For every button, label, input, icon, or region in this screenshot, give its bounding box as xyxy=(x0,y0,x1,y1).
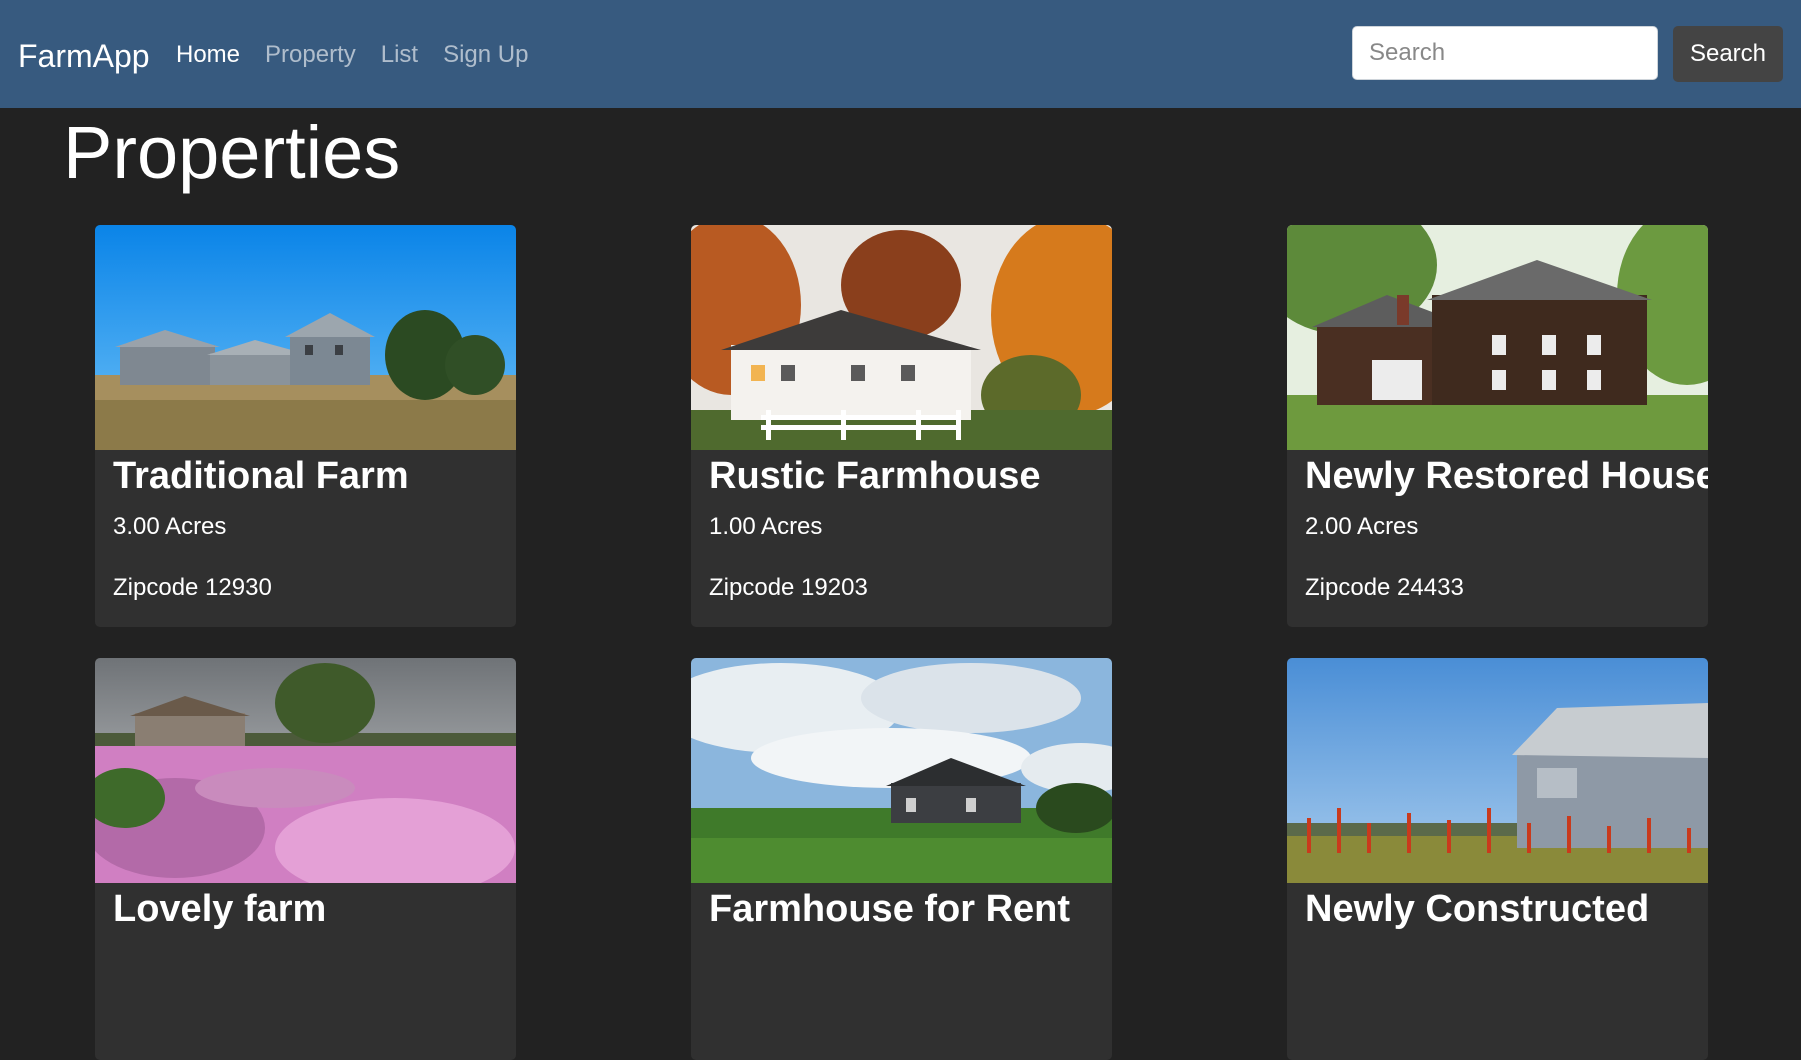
nav-links: Home Property List Sign Up xyxy=(176,38,553,72)
farmhouse-field-photo xyxy=(95,225,516,450)
search-input[interactable] xyxy=(1352,26,1658,80)
barn-photo xyxy=(1287,658,1708,883)
property-zipcode: Zipcode 19203 xyxy=(709,574,868,601)
property-title: Farmhouse for Rent xyxy=(709,888,1071,930)
property-zipcode: Zipcode 12930 xyxy=(113,574,272,601)
property-card-traditional-farm[interactable]: Traditional Farm 3.00 Acres Zipcode 1293… xyxy=(95,225,516,627)
brand-logo[interactable]: FarmApp xyxy=(18,36,150,76)
property-title: Newly Constructed xyxy=(1305,888,1650,930)
nav-link-home[interactable]: Home xyxy=(176,38,240,72)
restored-house-photo xyxy=(1287,225,1708,450)
property-acres: 1.00 Acres xyxy=(709,513,823,540)
autumn-farmhouse-photo xyxy=(691,225,1112,450)
property-card-farmhouse-for-rent[interactable]: Farmhouse for Rent xyxy=(691,658,1112,1060)
nav-link-sign-up[interactable]: Sign Up xyxy=(443,38,528,72)
property-card-newly-constructed[interactable]: Newly Constructed xyxy=(1287,658,1708,1060)
property-card-newly-restored-house[interactable]: Newly Restored House 2.00 Acres Zipcode … xyxy=(1287,225,1708,627)
flower-field-farm-photo xyxy=(95,658,516,883)
nav-link-list[interactable]: List xyxy=(381,38,418,72)
property-title: Newly Restored House xyxy=(1305,455,1708,497)
page-title: Properties xyxy=(63,111,401,194)
property-title: Lovely farm xyxy=(113,888,327,930)
property-card-rustic-farmhouse[interactable]: Rustic Farmhouse 1.00 Acres Zipcode 1920… xyxy=(691,225,1112,627)
property-zipcode: Zipcode 24433 xyxy=(1305,574,1464,601)
property-card-lovely-farm[interactable]: Lovely farm xyxy=(95,658,516,1060)
property-title: Rustic Farmhouse xyxy=(709,455,1041,497)
property-title: Traditional Farm xyxy=(113,455,409,497)
property-acres: 3.00 Acres xyxy=(113,513,227,540)
property-acres: 2.00 Acres xyxy=(1305,513,1419,540)
navbar: FarmApp Home Property List Sign Up Searc… xyxy=(0,0,1801,108)
nav-link-property[interactable]: Property xyxy=(265,38,356,72)
farmhouse-meadow-photo xyxy=(691,658,1112,883)
search-button[interactable]: Search xyxy=(1673,26,1783,82)
